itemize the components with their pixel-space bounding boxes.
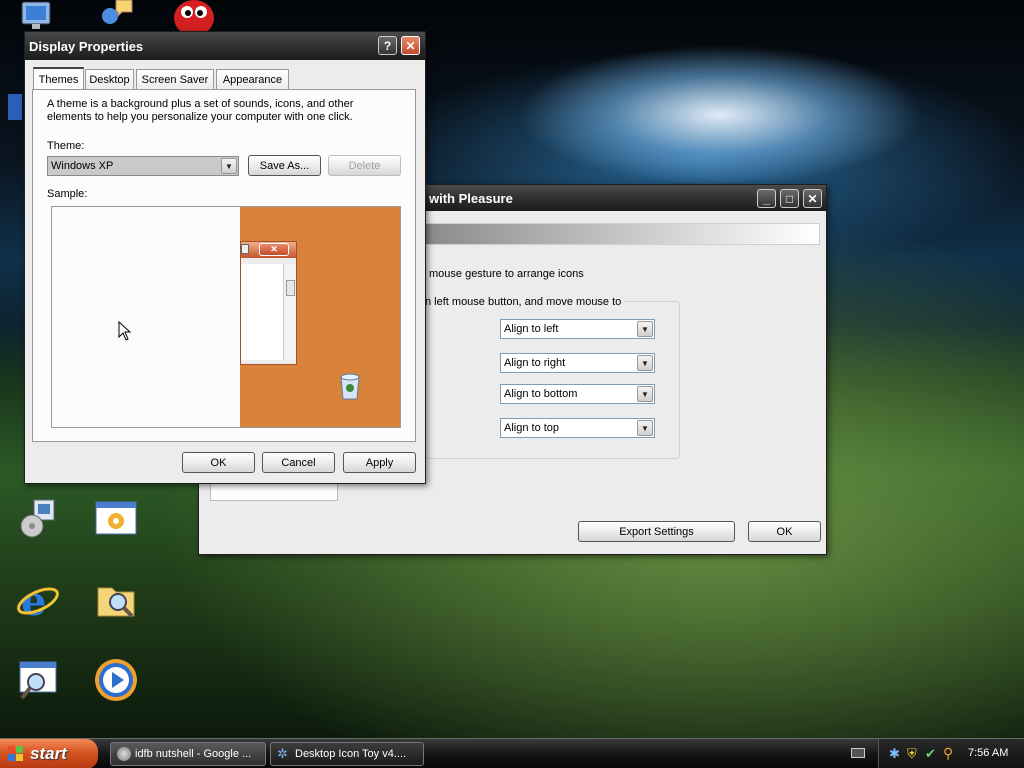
delete-button: Delete [328,155,401,176]
close-button[interactable]: ✕ [803,189,822,208]
save-as-button[interactable]: Save As... [248,155,321,176]
align-combo-2[interactable]: Align to right ▼ [500,353,655,373]
cancel-button[interactable]: Cancel [262,452,335,473]
start-button[interactable]: start [0,739,98,768]
desktop: e with Pleasure _ □ ✕ mouse gesture to a… [0,0,1024,738]
themes-panel: A theme is a background plus a set of so… [32,89,416,442]
tab-themes[interactable]: Themes [33,67,84,90]
recycle-bin-icon [338,371,362,404]
control-panel-icon[interactable] [92,494,140,542]
back-ok-button[interactable]: OK [748,521,821,542]
security-icon[interactable]: ✔ [925,746,936,762]
display-properties-titlebar[interactable]: Display Properties ? ✕ [25,32,425,60]
preview-window: ✕ [240,241,297,365]
preview-max-icon [241,244,249,254]
preview-scrollbar [283,264,296,360]
browser-icon [117,747,131,761]
media-player-icon[interactable] [92,656,140,704]
maximize-button[interactable]: □ [780,189,799,208]
theme-select[interactable]: Windows XP ▼ [47,156,239,176]
search-window-icon[interactable] [14,656,62,704]
search-icon[interactable]: ⚲ [943,745,953,762]
clock[interactable]: 7:56 AM [968,747,1008,759]
sample-preview: ✕ [51,206,401,428]
align-combo-3[interactable]: Align to bottom ▼ [500,384,655,404]
window-title: Display Properties [29,38,144,54]
theme-description: A theme is a background plus a set of so… [47,98,354,123]
preview-content [241,264,285,360]
export-settings-button[interactable]: Export Settings [578,521,735,542]
taskbar-item-label: idfb nutshell - Google ... [135,748,252,760]
chevron-down-icon: ▼ [637,321,653,337]
sample-label: Sample: [47,188,88,200]
chevron-down-icon: ▼ [637,420,653,436]
align-value-2: Align to right [504,357,566,369]
windows-logo-icon [8,746,24,762]
align-value-1: Align to left [504,323,559,335]
install-icon[interactable] [14,494,62,542]
header-gradient-bar [425,223,820,245]
gear-icon: ✲ [277,746,288,761]
chevron-down-icon: ▼ [637,386,653,402]
theme-label: Theme: [47,140,85,152]
folder-search-icon[interactable] [92,576,140,624]
shield-icon[interactable]: ⛨ [907,746,917,762]
align-value-4: Align to top [504,422,560,434]
help-button[interactable]: ? [378,36,397,55]
mouse-pointer-icon [118,320,132,344]
taskbar: start idfb nutshell - Google ... ✲ Deskt… [0,738,1024,768]
keyboard-icon[interactable] [851,748,865,758]
system-tray: ✱ ⛨ ✔ ⚲ 7:56 AM [878,739,1024,768]
taskbar-item-icon-toy[interactable]: ✲ Desktop Icon Toy v4.... [270,742,424,766]
align-value-3: Align to bottom [504,388,578,400]
preview-titlebar: ✕ [241,242,296,258]
ie-icon[interactable]: e [14,576,62,624]
minimize-button[interactable]: _ [757,189,776,208]
tab-appearance[interactable]: Appearance [216,69,289,89]
close-button[interactable]: ✕ [401,36,420,55]
align-combo-4[interactable]: Align to top ▼ [500,418,655,438]
ok-button[interactable]: OK [182,452,255,473]
taskbar-item-label: Desktop Icon Toy v4.... [295,748,407,760]
blank-field[interactable] [210,481,338,501]
preview-scroll-thumb [286,280,295,296]
preview-close-icon: ✕ [259,243,289,256]
tab-strip: Themes Desktop Screen Saver Appearance [33,67,417,91]
theme-value: Windows XP [51,160,114,172]
chevron-down-icon: ▼ [221,158,237,174]
start-label: start [30,744,67,763]
gesture-text: mouse gesture to arrange icons [429,268,584,280]
network-icon[interactable]: ✱ [889,746,900,762]
align-combo-1[interactable]: Align to left ▼ [500,319,655,339]
apply-button[interactable]: Apply [343,452,416,473]
preview-blank-area [52,207,240,427]
chevron-down-icon: ▼ [637,355,653,371]
tab-screen-saver[interactable]: Screen Saver [136,69,214,89]
icon-toy-title: with Pleasure [429,190,513,206]
taskbar-item-browser[interactable]: idfb nutshell - Google ... [110,742,266,766]
display-properties-window: Display Properties ? ✕ Themes Desktop Sc… [24,31,426,484]
partial-left-icon [0,84,24,132]
group-label: n left mouse button, and move mouse to [425,296,626,308]
tab-desktop[interactable]: Desktop [85,69,134,89]
